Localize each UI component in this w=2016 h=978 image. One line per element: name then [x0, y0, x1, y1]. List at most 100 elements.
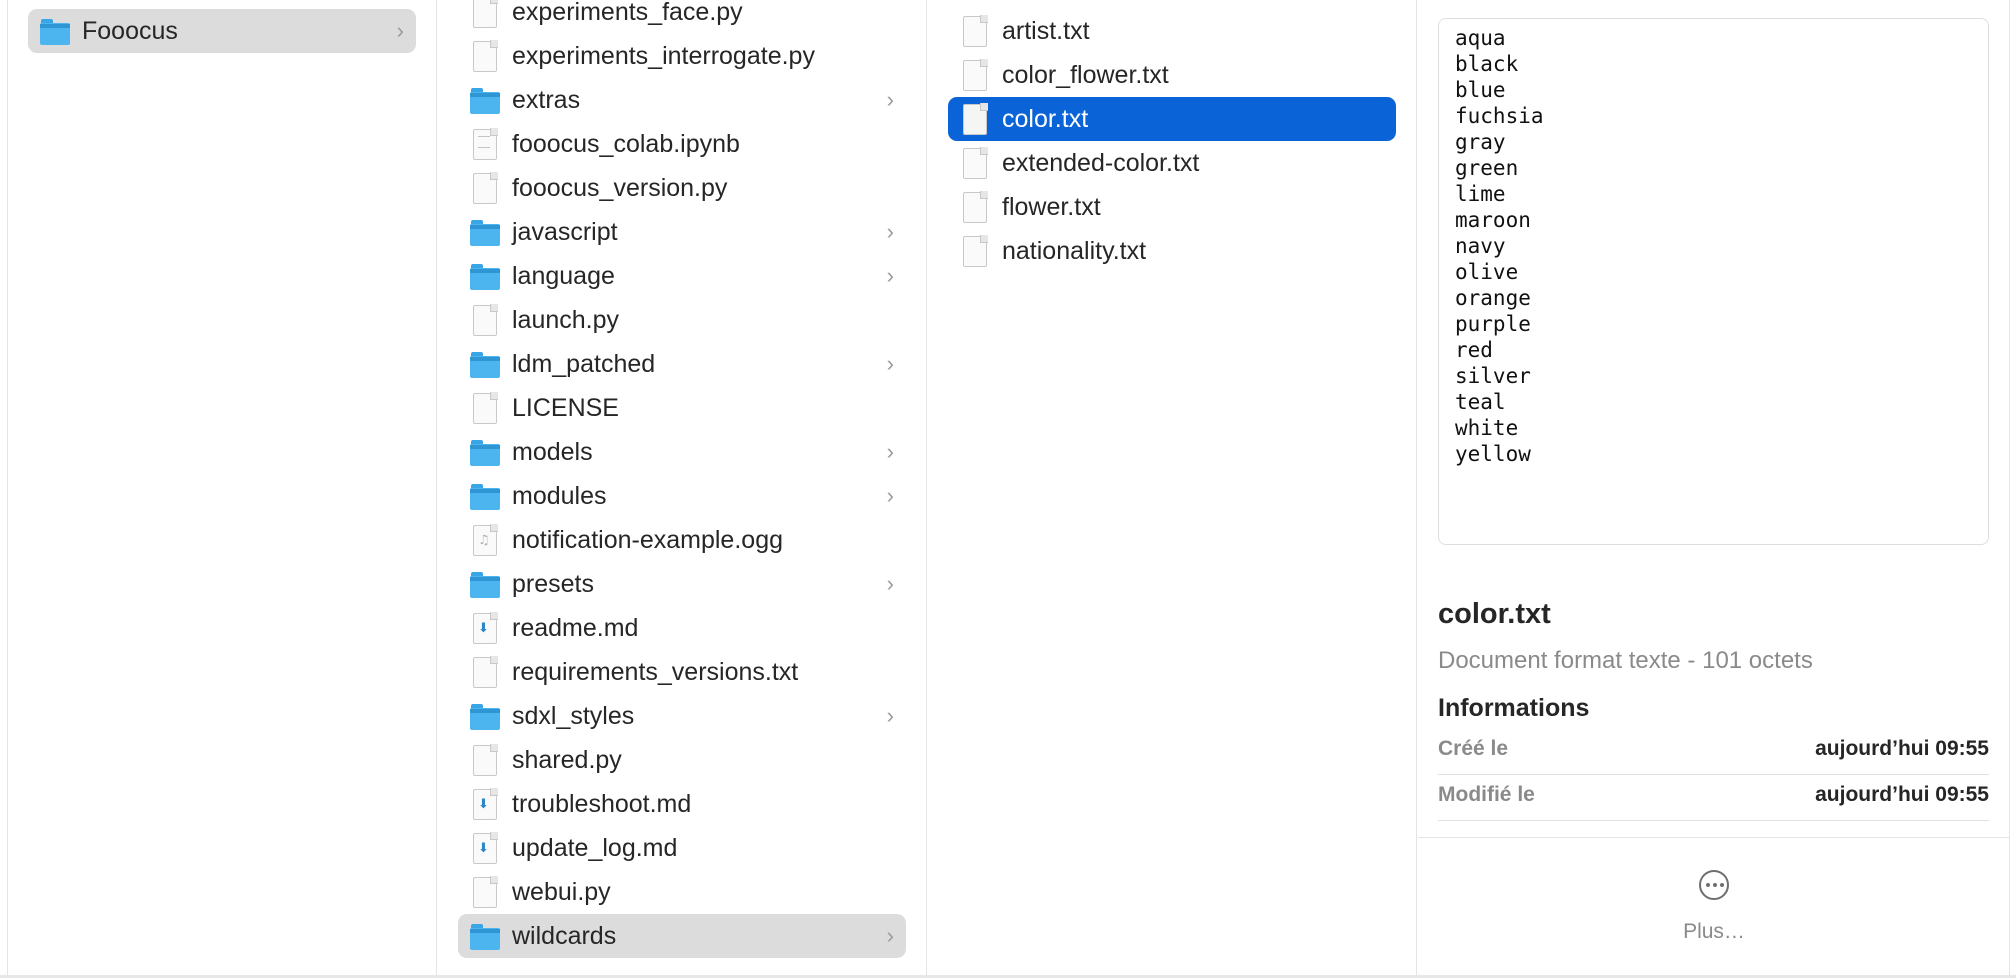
item-name: fooocus_version.py [512, 173, 728, 202]
preview-pane: aqua black blue fuchsia gray green lime … [1418, 0, 2010, 975]
folder-icon [470, 216, 500, 248]
folder-icon [40, 15, 70, 47]
item-name: ldm_patched [512, 349, 656, 378]
file-row[interactable]: nationality.txt [948, 229, 1396, 273]
info-value: aujourd’hui 09:55 [1815, 783, 1989, 806]
chevron-right-icon: › [886, 439, 894, 464]
folder-icon [470, 260, 500, 292]
item-name: color_flower.txt [1002, 60, 1169, 89]
text-file-icon [963, 147, 988, 179]
info-label: Créé le [1438, 737, 1509, 760]
item-name: extended-color.txt [1002, 148, 1200, 177]
file-row[interactable]: webui.py [458, 870, 906, 914]
file-row[interactable]: artist.txt [948, 9, 1396, 53]
folder-row[interactable]: ldm_patched › [458, 342, 906, 386]
chevron-right-icon: › [396, 18, 404, 43]
file-row[interactable]: LICENSE [458, 386, 906, 430]
folder-row[interactable]: language › [458, 254, 906, 298]
column-root[interactable]: Fooocus › [8, 0, 437, 975]
chevron-right-icon: › [886, 571, 894, 596]
file-row[interactable]: extended-color.txt [948, 141, 1396, 185]
text-file-icon [963, 15, 988, 47]
item-name: color.txt [1002, 104, 1089, 133]
text-file-icon [473, 656, 498, 688]
folder-row[interactable]: models › [458, 430, 906, 474]
ellipsis-circle-icon [1699, 870, 1729, 900]
folder-row[interactable]: wildcards › [458, 914, 906, 958]
finder-window: Fooocus › experiments_face.py experiments_… [0, 0, 2016, 978]
folder-row[interactable]: Fooocus › [28, 9, 416, 53]
folder-icon [470, 480, 500, 512]
audio-file-icon: ♫ [473, 524, 498, 556]
file-row[interactable]: fooocus_colab.ipynb [458, 122, 906, 166]
preview-file-kind: Document format texte - 101 octets [1438, 647, 1813, 674]
folder-row[interactable]: modules › [458, 474, 906, 518]
chevron-right-icon: › [886, 351, 894, 376]
item-name: fooocus_colab.ipynb [512, 129, 740, 158]
python-file-icon [473, 876, 498, 908]
python-file-icon [473, 40, 498, 72]
text-file-icon [963, 191, 988, 223]
markdown-file-icon: ⬇ [473, 612, 498, 644]
item-name: experiments_interrogate.py [512, 41, 815, 70]
item-name: launch.py [512, 305, 620, 334]
file-row[interactable]: color_flower.txt [948, 53, 1396, 97]
chevron-right-icon: › [886, 87, 894, 112]
info-row-created: Créé le aujourd’hui 09:55 [1438, 729, 1989, 775]
file-row[interactable]: ⬇ troubleshoot.md [458, 782, 906, 826]
item-name: models [512, 437, 593, 466]
item-name: presets [512, 569, 594, 598]
info-heading: Informations [1438, 694, 1590, 722]
python-file-icon [473, 172, 498, 204]
item-name: modules [512, 481, 607, 510]
folder-icon [470, 920, 500, 952]
folder-icon [470, 700, 500, 732]
item-name: wildcards [512, 921, 617, 950]
file-row[interactable]: fooocus_version.py [458, 166, 906, 210]
file-row[interactable]: ♫ notification-example.ogg [458, 518, 906, 562]
notebook-file-icon [473, 128, 498, 160]
column-fooocus[interactable]: experiments_face.py experiments_interroga… [438, 0, 927, 975]
file-row[interactable]: experiments_face.py [458, 0, 906, 34]
text-file-icon [963, 103, 988, 135]
python-file-icon [473, 0, 498, 28]
folder-row[interactable]: extras › [458, 78, 906, 122]
file-row[interactable]: experiments_interrogate.py [458, 34, 906, 78]
item-name: artist.txt [1002, 16, 1090, 45]
text-file-icon [963, 235, 988, 267]
chevron-right-icon: › [886, 483, 894, 508]
folder-icon [470, 84, 500, 116]
file-row[interactable]: color.txt [948, 97, 1396, 141]
column-wildcards[interactable]: artist.txt color_flower.txt color.txt exten… [928, 0, 1417, 975]
more-button[interactable]: Plus… [1654, 864, 1774, 954]
item-name: nationality.txt [1002, 236, 1147, 265]
file-content-preview[interactable]: aqua black blue fuchsia gray green lime … [1438, 18, 1989, 545]
info-value: aujourd’hui 09:55 [1815, 737, 1989, 760]
folder-row[interactable]: sdxl_styles › [458, 694, 906, 738]
preview-file-name: color.txt [1438, 598, 1551, 630]
file-row[interactable]: shared.py [458, 738, 906, 782]
item-name: notification-example.ogg [512, 525, 783, 554]
item-name: readme.md [512, 613, 639, 642]
file-row[interactable]: requirements_versions.txt [458, 650, 906, 694]
item-name: javascript [512, 217, 618, 246]
info-row-modified: Modifié le aujourd’hui 09:55 [1438, 775, 1989, 821]
item-name: update_log.md [512, 833, 678, 862]
info-label: Modifié le [1438, 783, 1535, 806]
item-name: sdxl_styles [512, 701, 635, 730]
file-row[interactable]: ⬇ update_log.md [458, 826, 906, 870]
chevron-right-icon: › [886, 923, 894, 948]
text-file-icon [473, 392, 498, 424]
folder-icon [470, 568, 500, 600]
folder-row[interactable]: javascript › [458, 210, 906, 254]
folder-row[interactable]: presets › [458, 562, 906, 606]
file-row[interactable]: flower.txt [948, 185, 1396, 229]
file-row[interactable]: launch.py [458, 298, 906, 342]
markdown-file-icon: ⬇ [473, 788, 498, 820]
item-name: language [512, 261, 615, 290]
item-name: webui.py [512, 877, 611, 906]
item-name: extras [512, 85, 581, 114]
chevron-right-icon: › [886, 703, 894, 728]
item-name: LICENSE [512, 393, 619, 422]
file-row[interactable]: ⬇ readme.md [458, 606, 906, 650]
